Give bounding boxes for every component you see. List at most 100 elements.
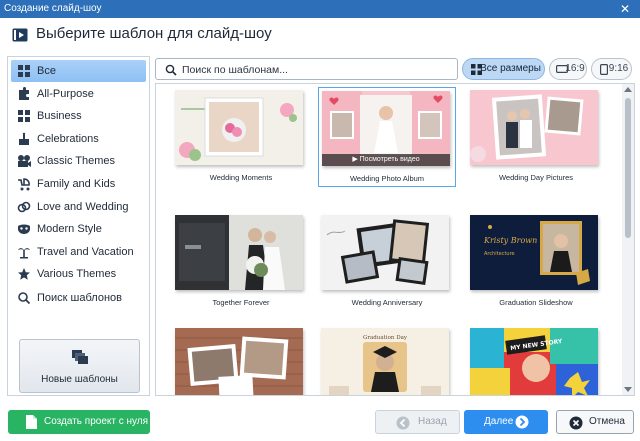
grid-icon bbox=[471, 64, 482, 75]
dialog-header: Выберите шаблон для слайд-шоу bbox=[0, 18, 640, 54]
grid-icon bbox=[18, 110, 30, 122]
new-templates-label: Новые шаблоны bbox=[41, 374, 118, 385]
arrow-left-icon bbox=[396, 416, 410, 430]
cancel-label: Отмена bbox=[589, 416, 625, 427]
sidebar-item-label: Все bbox=[37, 65, 56, 77]
template-caption: Wedding Photo Album bbox=[349, 174, 425, 183]
template-thumbnail: Graduation Day bbox=[321, 328, 449, 395]
sidebar-item-label: Love and Wedding bbox=[37, 201, 129, 213]
template-thumbnail bbox=[175, 215, 303, 290]
back-button[interactable]: Назад bbox=[375, 410, 460, 434]
sidebar-item-label: Family and Kids bbox=[37, 178, 116, 190]
search-icon bbox=[18, 292, 31, 305]
window-titlebar: Создание слайд-шоу ✕ bbox=[0, 0, 640, 18]
filter-9-16[interactable]: 9:16 bbox=[591, 58, 632, 80]
filter-16-9[interactable]: 16:9 bbox=[549, 58, 587, 80]
scrollbar-thumb[interactable] bbox=[625, 98, 631, 238]
template-card[interactable]: ▶ Посмотреть видео Wedding Photo Album bbox=[318, 87, 456, 187]
thumb-subtitle: Architecture bbox=[484, 251, 515, 257]
page-title: Выберите шаблон для слайд-шоу bbox=[36, 25, 272, 42]
template-thumbnail bbox=[470, 90, 598, 165]
sidebar-item-label: Travel and Vacation bbox=[37, 246, 134, 258]
window-title: Создание слайд-шоу bbox=[4, 3, 102, 14]
template-card[interactable]: Together Forever bbox=[172, 212, 310, 312]
new-file-icon bbox=[26, 415, 37, 429]
preview-video-label: Посмотреть видео bbox=[359, 156, 420, 163]
template-thumbnail: Kristy Brown Architecture bbox=[470, 215, 598, 290]
sidebar-item-label: Celebrations bbox=[37, 133, 99, 145]
rings-icon bbox=[17, 201, 31, 213]
template-card[interactable] bbox=[172, 325, 310, 395]
template-caption: Wedding Anniversary bbox=[351, 298, 423, 307]
sidebar-item-various-themes[interactable]: Various Themes bbox=[11, 263, 146, 285]
filter-all-sizes[interactable]: Все размеры bbox=[462, 58, 545, 80]
next-button[interactable]: Далее bbox=[464, 410, 548, 434]
template-card[interactable]: Kristy Brown Architecture Graduation Sli… bbox=[467, 212, 605, 312]
grid-icon bbox=[18, 65, 30, 77]
preview-video-overlay[interactable]: ▶ Посмотреть видео bbox=[322, 154, 450, 166]
sidebar-item-business[interactable]: Business bbox=[11, 105, 146, 127]
sidebar-item-modern-style[interactable]: Modern Style bbox=[11, 218, 146, 240]
thumb-title: Kristy Brown bbox=[483, 236, 537, 245]
template-thumbnail bbox=[175, 328, 303, 395]
next-label: Далее bbox=[484, 416, 514, 427]
templates-stack-icon bbox=[72, 350, 88, 364]
scroll-up-arrow-icon[interactable] bbox=[624, 87, 632, 92]
sidebar-item-label: Various Themes bbox=[37, 268, 117, 280]
mask-icon bbox=[18, 224, 30, 234]
new-templates-button[interactable]: Новые шаблоны bbox=[19, 339, 140, 393]
sidebar-item-label: Business bbox=[37, 110, 82, 122]
sidebar-item-all[interactable]: Все bbox=[11, 60, 146, 82]
cancel-button[interactable]: Отмена bbox=[556, 410, 634, 434]
gallery-scrollbar[interactable] bbox=[622, 84, 634, 395]
sidebar-item-template-search[interactable]: Поиск шаблонов bbox=[11, 287, 146, 309]
sidebar-item-label: Поиск шаблонов bbox=[37, 292, 122, 304]
sidebar-item-love-and-wedding[interactable]: Love and Wedding bbox=[11, 196, 146, 218]
landscape-icon bbox=[556, 65, 568, 73]
template-thumbnail bbox=[175, 90, 303, 165]
sidebar-item-label: All-Purpose bbox=[37, 88, 94, 100]
template-gallery: Wedding Moments ▶ Посмотреть видео Weddi… bbox=[155, 83, 635, 396]
template-thumbnail: ▶ Посмотреть видео bbox=[322, 91, 450, 166]
create-from-scratch-button[interactable]: Создать проект с нуля bbox=[8, 410, 150, 434]
sidebar-item-label: Modern Style bbox=[37, 223, 102, 235]
palm-icon bbox=[18, 248, 30, 259]
search-box[interactable] bbox=[155, 58, 458, 80]
sidebar-item-family-and-kids[interactable]: Family and Kids bbox=[11, 173, 146, 195]
portrait-icon bbox=[600, 64, 608, 75]
create-from-scratch-label: Создать проект с нуля bbox=[44, 416, 149, 427]
close-icon bbox=[569, 416, 583, 430]
sidebar-item-label: Classic Themes bbox=[37, 155, 116, 167]
puzzle-icon bbox=[19, 87, 29, 100]
template-card[interactable]: Graduation Day bbox=[318, 325, 456, 395]
filter-label: 9:16 bbox=[608, 63, 629, 74]
template-caption: Wedding Moments bbox=[209, 173, 273, 182]
star-icon bbox=[18, 268, 30, 280]
arrow-right-icon bbox=[515, 415, 529, 429]
template-thumbnail: MY NEW STORY bbox=[470, 328, 598, 395]
template-caption: Wedding Day Pictures bbox=[498, 173, 574, 182]
template-card[interactable]: Wedding Day Pictures bbox=[467, 87, 605, 187]
template-caption: Graduation Slideshow bbox=[499, 298, 573, 307]
film-icon bbox=[18, 155, 31, 167]
search-icon bbox=[165, 64, 177, 76]
category-sidebar: Все All-Purpose Business Celebrations Cl… bbox=[7, 56, 150, 396]
template-card[interactable]: Wedding Anniversary bbox=[318, 212, 456, 312]
template-card[interactable]: MY NEW STORY bbox=[467, 325, 605, 395]
filter-label: Все размеры bbox=[480, 63, 541, 74]
filter-label: 16:9 bbox=[565, 63, 585, 74]
window-close-button[interactable]: ✕ bbox=[610, 0, 640, 18]
search-input[interactable] bbox=[182, 62, 452, 77]
scroll-down-arrow-icon[interactable] bbox=[624, 387, 632, 392]
stroller-icon bbox=[18, 178, 30, 191]
cake-icon bbox=[19, 132, 29, 145]
back-label: Назад bbox=[418, 416, 447, 427]
sidebar-item-travel-and-vacation[interactable]: Travel and Vacation bbox=[11, 241, 146, 263]
template-card[interactable]: Wedding Moments bbox=[172, 87, 310, 187]
play-icon bbox=[12, 28, 28, 42]
template-caption: Together Forever bbox=[212, 298, 270, 307]
sidebar-item-classic-themes[interactable]: Classic Themes bbox=[11, 150, 146, 172]
template-thumbnail bbox=[321, 215, 449, 290]
sidebar-item-celebrations[interactable]: Celebrations bbox=[11, 128, 146, 150]
sidebar-item-all-purpose[interactable]: All-Purpose bbox=[11, 83, 146, 105]
